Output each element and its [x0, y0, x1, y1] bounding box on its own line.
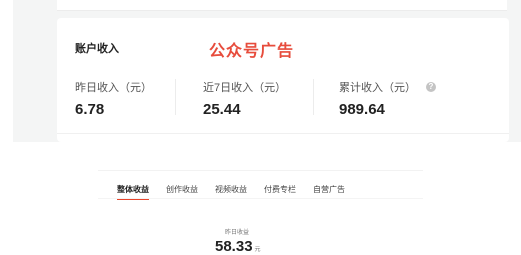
stat-label: 近7日收入（元）	[203, 82, 287, 94]
yesterday-income-value: 58.33 元	[215, 238, 261, 255]
help-icon[interactable]: ?	[426, 82, 436, 92]
stat-divider	[313, 79, 314, 115]
card-divider	[57, 133, 509, 134]
currency-unit: 元	[254, 247, 261, 253]
bottom-screenshot: 整体收益 创作收益 视频收益 付费专栏 自营广告 昨日收益 58.33 元	[98, 170, 423, 255]
panel-top-border	[98, 170, 423, 171]
yesterday-income-label: 昨日收益	[225, 230, 250, 236]
stat-yesterday: 昨日收入（元） 6.78	[75, 79, 152, 118]
stat-total: 累计收入（元） ? 989.64	[339, 79, 436, 118]
watermark-text: 公众号广告	[209, 43, 295, 60]
stat-value: 989.64	[339, 101, 385, 118]
stat-label-row: 累计收入（元） ?	[339, 79, 436, 95]
top-header-strip	[57, 0, 507, 11]
stat-label: 累计收入（元）	[339, 82, 416, 94]
left-edge-panel	[0, 0, 13, 142]
stat-value: 25.44	[203, 101, 241, 118]
card-title: 账户收入	[75, 43, 119, 55]
stat-value: 6.78	[75, 101, 105, 118]
stat-label: 昨日收入（元）	[75, 82, 152, 94]
top-screenshot: 账户收入 公众号广告 昨日收入（元） 6.78 近7日收入（元） 25.44 累…	[0, 0, 521, 142]
yesterday-income-amount: 58.33	[215, 238, 253, 255]
account-income-card: 账户收入 公众号广告 昨日收入（元） 6.78 近7日收入（元） 25.44 累…	[57, 18, 509, 142]
tabs-divider	[98, 198, 423, 199]
stat-divider	[175, 79, 176, 115]
stat-last-7-days: 近7日收入（元） 25.44	[203, 79, 286, 118]
